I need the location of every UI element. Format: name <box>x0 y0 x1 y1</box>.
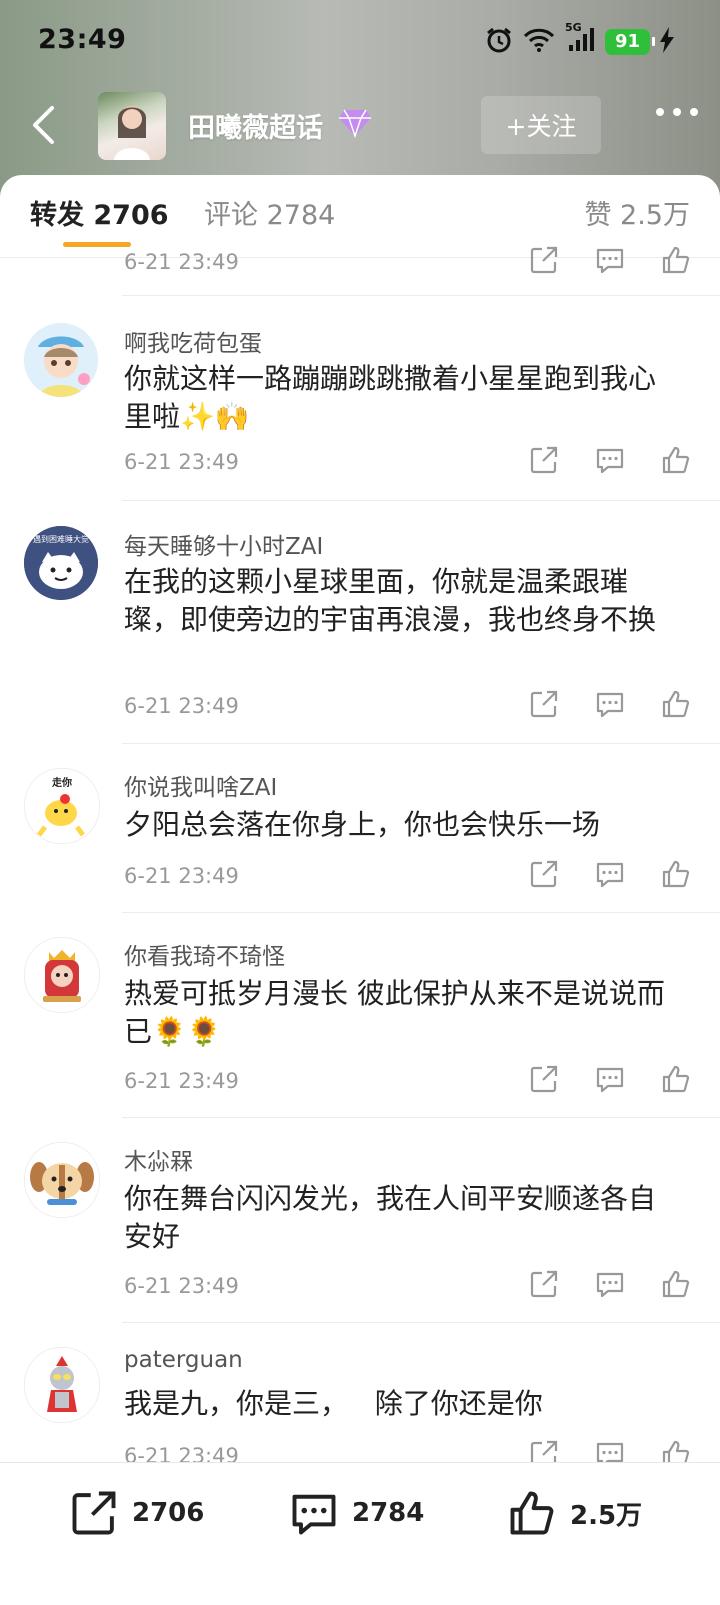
comment-actions <box>528 1063 692 1095</box>
comment-text: 你就这样一路蹦蹦跳跳撒着小星星跑到我心里啦✨🙌 <box>124 362 657 433</box>
back-button[interactable] <box>18 100 68 150</box>
comment-text: 热爱可抵岁月漫长 彼此保护从来不是说说而已🌻🌻 <box>124 977 665 1048</box>
cellular-signal-icon: 5G <box>565 21 595 57</box>
comment-time: 6-21 23:49 <box>124 864 239 888</box>
comment-text: 我是九，你是三， 除了你还是你 <box>124 1387 543 1420</box>
list-item[interactable]: 走你 你说我叫啥ZAI 夕阳总会落在你身上，你也会快乐一场 6-21 23:49 <box>0 744 720 912</box>
like-icon[interactable] <box>660 444 692 476</box>
supertopic-title[interactable]: 田曦薇超话 <box>188 106 323 145</box>
comment-icon[interactable] <box>594 688 626 720</box>
comment-actions <box>528 688 692 720</box>
comment-button[interactable]: 2784 <box>288 1487 424 1539</box>
list-item[interactable]: 啊我吃荷包蛋 你就这样一路蹦蹦跳跳撒着小星星跑到我心里啦✨🙌 6-21 23:4… <box>0 296 720 500</box>
comment-actions <box>528 1268 692 1300</box>
active-tab-indicator <box>63 242 131 247</box>
battery-indicator: 91 <box>604 29 656 55</box>
list-item[interactable]: paterguan 我是九，你是三， 除了你还是你 6-21 23:49 <box>0 1323 720 1473</box>
avatar-label: 遇到困难睡大觉 <box>33 534 89 544</box>
avatar[interactable] <box>24 323 98 397</box>
diamond-icon <box>338 108 372 142</box>
avatar[interactable] <box>24 1347 100 1423</box>
comment-time: 6-21 23:49 <box>124 694 239 718</box>
list-item[interactable]: 木尛槑 你在舞台闪闪发光，我在人间平安顺遂各自安好 6-21 23:49 <box>0 1118 720 1322</box>
comment-time: 6-21 23:49 <box>124 1274 239 1298</box>
share-icon[interactable] <box>528 1063 560 1095</box>
comment-text: 你在舞台闪闪发光，我在人间平安顺遂各自安好 <box>124 1182 657 1253</box>
post-interactions-panel: 转发 2706 评论 2784 赞 2.5万 6-21 23:49 啊我吃荷包蛋… <box>0 175 720 1604</box>
avatar[interactable] <box>24 1142 100 1218</box>
like-button[interactable]: 2.5万 <box>506 1487 642 1539</box>
like-icon[interactable] <box>660 1268 692 1300</box>
comment-icon[interactable] <box>594 858 626 890</box>
status-bar: 23:49 5G 91 <box>0 0 720 80</box>
more-dot <box>656 108 664 116</box>
comment-icon[interactable] <box>594 1268 626 1300</box>
comment-icon[interactable] <box>594 444 626 476</box>
share-icon[interactable] <box>528 1268 560 1300</box>
follow-button[interactable]: +关注 <box>481 96 601 154</box>
like-icon[interactable] <box>660 1063 692 1095</box>
network-type: 5G <box>564 21 582 34</box>
comment-username[interactable]: paterguan <box>124 1347 243 1373</box>
comment-time: 6-21 23:49 <box>124 250 239 274</box>
wifi-icon <box>523 28 555 56</box>
comment-icon[interactable] <box>594 244 626 276</box>
avatar[interactable] <box>24 937 100 1013</box>
tab-comments[interactable]: 评论 2784 <box>204 193 335 232</box>
comment-actions <box>528 444 692 476</box>
share-icon[interactable] <box>528 244 560 276</box>
comment-time: 6-21 23:49 <box>124 1069 239 1093</box>
like-icon[interactable] <box>660 858 692 890</box>
comment-username[interactable]: 你说我叫啥ZAI <box>124 768 277 802</box>
status-time: 23:49 <box>38 24 127 55</box>
like-icon[interactable] <box>660 688 692 720</box>
chevron-left-icon <box>33 106 54 144</box>
share-icon[interactable] <box>528 444 560 476</box>
comment-actions <box>528 244 692 276</box>
repost-button[interactable]: 2706 <box>68 1487 204 1539</box>
like-icon[interactable] <box>660 244 692 276</box>
comment-username[interactable]: 木尛槑 <box>124 1142 193 1176</box>
like-icon <box>510 1491 554 1535</box>
avatar[interactable]: 遇到困难睡大觉 <box>24 526 98 600</box>
status-icons: 5G 91 <box>485 21 674 58</box>
tab-reposts[interactable]: 转发 2706 <box>30 193 169 232</box>
share-icon <box>72 1491 116 1535</box>
supertopic-avatar[interactable] <box>98 92 166 160</box>
top-navigation: 田曦薇超话 +关注 <box>0 88 720 168</box>
list-item[interactable]: 遇到困难睡大觉 每天睡够十小时ZAI 在我的这颗小星球里面，你就是温柔跟璀璨，即… <box>0 501 720 743</box>
comment-username[interactable]: 每天睡够十小时ZAI <box>124 527 323 561</box>
comment-text: 在我的这颗小星球里面，你就是温柔跟璀璨，即使旁边的宇宙再浪漫，我也终身不换 <box>124 565 657 636</box>
comment-time: 6-21 23:49 <box>124 450 239 474</box>
charging-icon <box>660 27 674 57</box>
comment-text: 夕阳总会落在你身上，你也会快乐一场 <box>124 808 601 841</box>
comment-username[interactable]: 你看我琦不琦怪 <box>124 937 285 971</box>
repost-count: 2706 <box>132 1498 205 1528</box>
more-dot <box>673 108 681 116</box>
comment-username[interactable]: 啊我吃荷包蛋 <box>124 324 262 358</box>
tab-likes[interactable]: 赞 2.5万 <box>584 193 690 232</box>
bottom-action-bar: 2706 2784 2.5万 <box>0 1462 720 1605</box>
share-icon[interactable] <box>528 858 560 890</box>
more-dot <box>690 108 698 116</box>
avatar-label: 走你 <box>51 776 72 789</box>
alarm-icon <box>485 26 513 58</box>
list-item[interactable]: 你看我琦不琦怪 热爱可抵岁月漫长 彼此保护从来不是说说而已🌻🌻 6-21 23:… <box>0 913 720 1117</box>
list-item: 6-21 23:49 <box>0 246 720 290</box>
share-icon[interactable] <box>528 688 560 720</box>
like-count: 2.5万 <box>570 1500 643 1531</box>
comment-actions <box>528 858 692 890</box>
more-options-button[interactable] <box>656 108 698 116</box>
comment-count: 2784 <box>352 1498 425 1528</box>
comment-icon[interactable] <box>594 1063 626 1095</box>
comment-icon <box>292 1494 336 1535</box>
avatar[interactable]: 走你 <box>24 768 100 844</box>
